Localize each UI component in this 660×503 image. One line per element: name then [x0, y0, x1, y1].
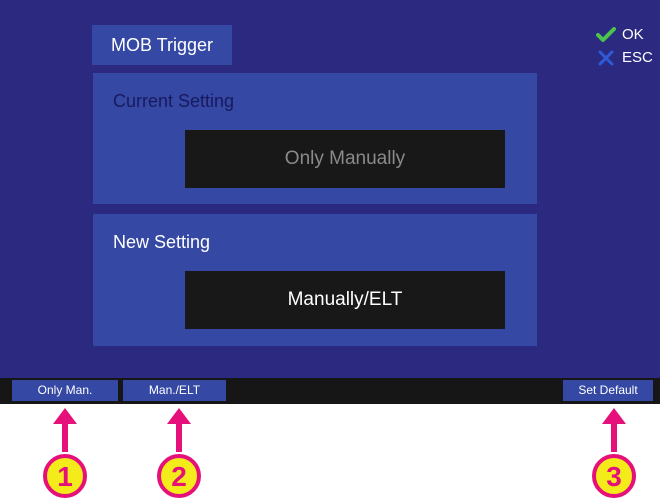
callout-2: 2: [149, 404, 209, 503]
softkey-only-manually[interactable]: Only Man.: [12, 380, 118, 401]
current-setting-panel: Current Setting Only Manually: [93, 73, 537, 204]
callout-3-number: 3: [606, 461, 622, 492]
close-icon: [598, 50, 614, 65]
check-icon: [596, 26, 616, 42]
new-setting-label: New Setting: [113, 232, 211, 252]
current-setting-value: Only Manually: [185, 130, 505, 188]
callout-1-number: 1: [57, 461, 73, 492]
screen-title: MOB Trigger: [92, 25, 232, 65]
callout-2-number: 2: [171, 461, 187, 492]
softkey-manually-elt[interactable]: Man./ELT: [123, 380, 226, 401]
esc-indicator[interactable]: ESC: [596, 49, 653, 66]
ok-indicator[interactable]: OK: [596, 26, 644, 43]
ok-label: OK: [622, 26, 644, 43]
callout-3: 3: [584, 404, 644, 503]
new-setting-value[interactable]: Manually/ELT: [185, 271, 505, 329]
esc-label: ESC: [622, 49, 653, 66]
device-screen: MOB Trigger OK ESC Current Setting Only …: [0, 0, 660, 404]
arrow-up-icon: 2: [157, 408, 201, 498]
arrow-up-icon: 3: [592, 408, 636, 498]
callout-1: 1: [35, 404, 95, 503]
softkey-set-default[interactable]: Set Default: [563, 380, 653, 401]
new-setting-panel: New Setting Manually/ELT: [93, 214, 537, 346]
arrow-up-icon: 1: [43, 408, 87, 498]
current-setting-label: Current Setting: [113, 91, 235, 111]
